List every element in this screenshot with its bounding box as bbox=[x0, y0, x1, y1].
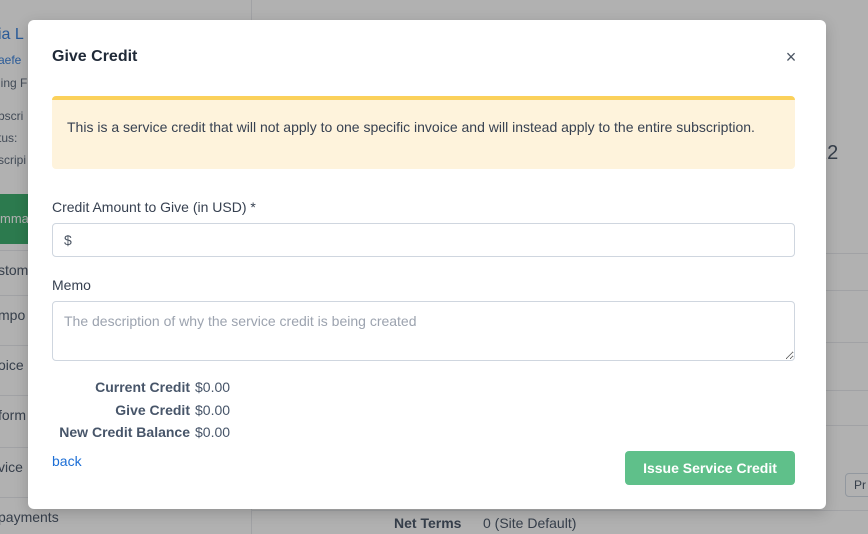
currency-prefix: $ bbox=[64, 232, 72, 248]
new-balance-row: New Credit Balance $0.00 bbox=[52, 421, 230, 444]
memo-label: Memo bbox=[52, 277, 91, 293]
current-credit-label: Current Credit bbox=[95, 379, 190, 396]
issue-service-credit-button[interactable]: Issue Service Credit bbox=[625, 451, 795, 485]
current-credit-row: Current Credit $0.00 bbox=[52, 376, 230, 399]
give-credit-label: Give Credit bbox=[115, 401, 190, 418]
back-link[interactable]: back bbox=[52, 453, 82, 469]
new-balance-label: New Credit Balance bbox=[59, 424, 190, 441]
modal-title: Give Credit bbox=[52, 48, 138, 65]
new-balance-value: $0.00 bbox=[195, 424, 231, 441]
credit-amount-label: Credit Amount to Give (in USD) * bbox=[52, 199, 256, 215]
give-credit-row: Give Credit $0.00 bbox=[52, 399, 230, 422]
give-credit-value: $0.00 bbox=[195, 401, 231, 418]
credit-amount-input[interactable] bbox=[77, 225, 777, 255]
service-credit-notice: This is a service credit that will not a… bbox=[52, 96, 795, 169]
current-credit-value: $0.00 bbox=[195, 379, 231, 396]
close-icon[interactable]: × bbox=[782, 46, 800, 68]
credit-summary: Current Credit $0.00 Give Credit $0.00 N… bbox=[52, 376, 230, 444]
memo-input[interactable] bbox=[52, 301, 795, 361]
credit-amount-field[interactable]: $ bbox=[52, 223, 795, 257]
give-credit-modal: Give Credit × This is a service credit t… bbox=[28, 20, 826, 509]
